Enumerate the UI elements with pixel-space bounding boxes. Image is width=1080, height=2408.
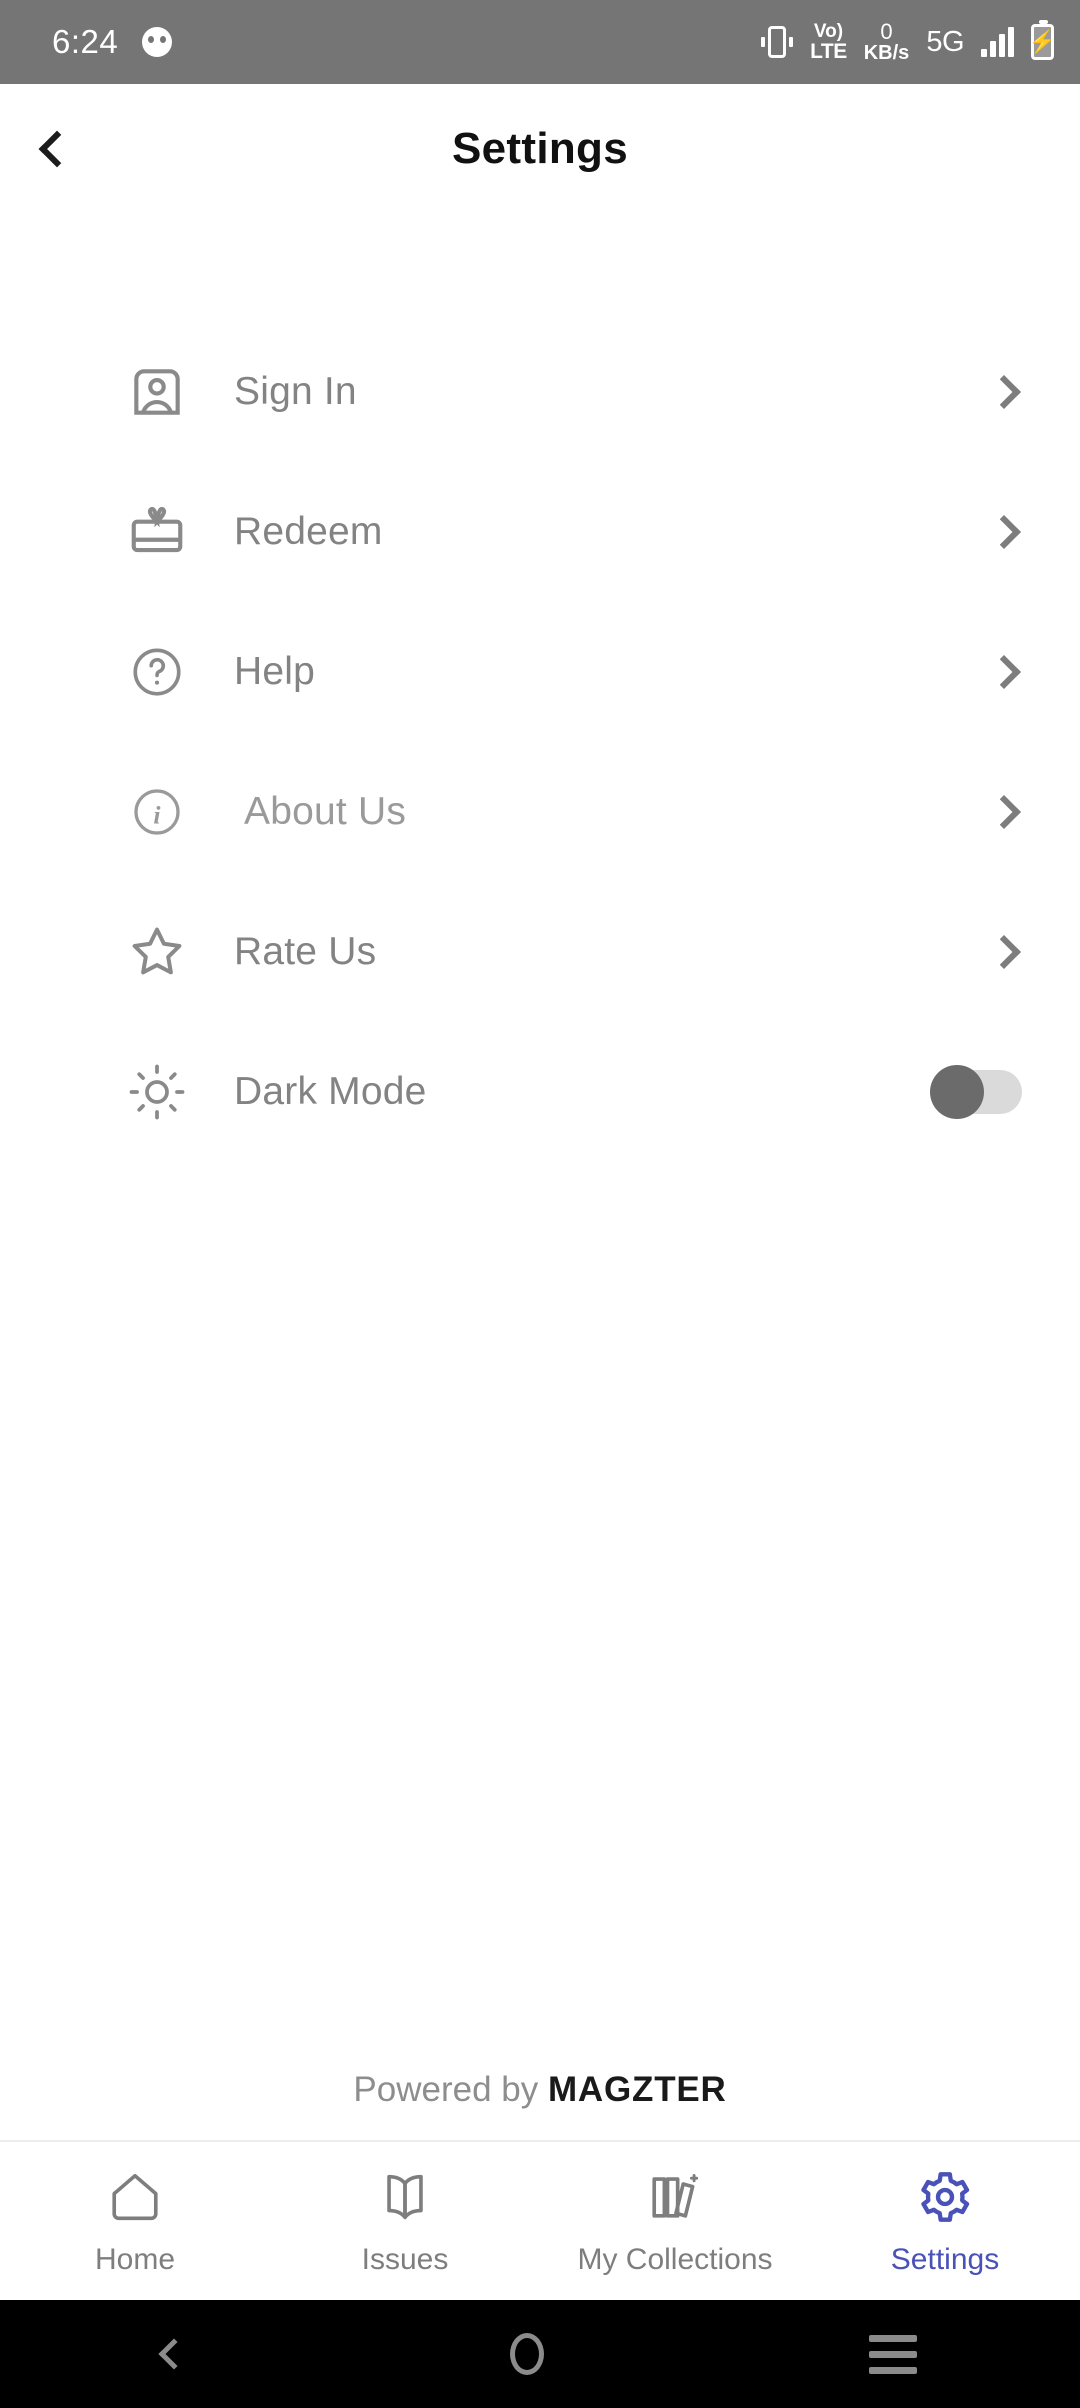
settings-row-help[interactable]: Help	[0, 602, 1080, 742]
chevron-right-icon[interactable]	[987, 935, 1021, 969]
chevron-right-icon[interactable]	[987, 655, 1021, 689]
star-icon	[120, 920, 194, 984]
network-speed-value: 0	[880, 18, 893, 44]
sun-icon	[120, 1062, 194, 1122]
network-type-label: 5G	[926, 25, 964, 58]
nav-item-home[interactable]: Home	[0, 2165, 270, 2277]
status-clock: 6:24	[52, 23, 119, 60]
status-bar-left: 6:24	[52, 23, 173, 61]
settings-row-redeem[interactable]: Redeem	[0, 462, 1080, 602]
face-icon	[142, 27, 173, 57]
question-circle-icon	[120, 643, 194, 701]
home-icon	[106, 2165, 164, 2229]
settings-row-rate-us[interactable]: Rate Us	[0, 882, 1080, 1022]
volte-icon: Vo) LTE	[810, 22, 847, 62]
nav-item-label: My Collections	[577, 2243, 773, 2276]
status-bar-right: Vo) LTE 0 KB/s 5G ⚡	[761, 20, 1056, 64]
status-bar: 6:24 Vo) LTE 0 KB/s 5G ⚡	[0, 0, 1080, 84]
svg-text:i: i	[153, 801, 161, 830]
chevron-left-icon	[38, 130, 76, 168]
gear-icon	[916, 2165, 974, 2229]
network-speed-indicator: 0 KB/s	[864, 20, 910, 64]
settings-row-about-us[interactable]: i About Us	[0, 742, 1080, 882]
page-header: Settings	[0, 84, 1080, 214]
vibrate-icon	[761, 26, 794, 58]
powered-by-footer: Powered by MAGZTER	[0, 2070, 1080, 2140]
battery-charging-icon: ⚡	[1029, 20, 1056, 60]
settings-row-label: Dark Mode	[234, 1070, 427, 1113]
android-back-icon[interactable]	[158, 2338, 190, 2370]
user-badge-icon	[120, 361, 194, 423]
nav-item-issues[interactable]: Issues	[270, 2165, 540, 2277]
settings-row-label: Rate Us	[234, 930, 377, 973]
volte-top-label: Vo)	[813, 21, 844, 42]
gift-icon	[120, 501, 194, 563]
android-recents-icon[interactable]	[869, 2334, 918, 2374]
nav-item-label: Settings	[890, 2243, 1000, 2276]
chevron-right-icon[interactable]	[987, 515, 1021, 549]
settings-row-label: Sign In	[234, 370, 357, 413]
settings-row-label: Help	[234, 650, 316, 693]
dark-mode-toggle[interactable]	[930, 1065, 1022, 1119]
nav-item-my-collections[interactable]: My Collections	[540, 2165, 810, 2277]
settings-list: Sign In Redeem Help i About Us Rate Us D…	[0, 214, 1080, 1162]
powered-by-label: Powered by	[353, 2070, 548, 2109]
open-book-icon	[376, 2165, 434, 2229]
app-screen: 6:24 Vo) LTE 0 KB/s 5G ⚡ Settings Sign I…	[0, 0, 1080, 2408]
settings-row-label: About Us	[244, 790, 407, 833]
settings-row-sign-in[interactable]: Sign In	[0, 322, 1080, 462]
signal-bars-icon	[981, 27, 1014, 57]
info-circle-icon: i	[120, 784, 194, 840]
toggle-knob	[930, 1065, 984, 1119]
page-title: Settings	[452, 124, 628, 173]
nav-item-label: Home	[94, 2243, 176, 2276]
android-home-icon[interactable]	[509, 2333, 544, 2375]
chevron-right-icon[interactable]	[987, 795, 1021, 829]
nav-item-label: Issues	[361, 2243, 449, 2276]
books-sparkle-icon	[646, 2165, 704, 2229]
bottom-navigation: Home Issues My Collections Settings	[0, 2140, 1080, 2300]
nav-item-settings[interactable]: Settings	[810, 2165, 1080, 2277]
network-speed-unit: KB/s	[863, 42, 910, 65]
chevron-right-icon[interactable]	[987, 375, 1021, 409]
settings-row-label: Redeem	[234, 510, 383, 553]
volte-bottom-label: LTE	[810, 40, 847, 63]
settings-row-dark-mode[interactable]: Dark Mode	[0, 1022, 1080, 1162]
android-system-nav	[0, 2300, 1080, 2408]
back-button[interactable]	[22, 114, 92, 184]
brand-name: MAGZTER	[547, 2070, 727, 2109]
